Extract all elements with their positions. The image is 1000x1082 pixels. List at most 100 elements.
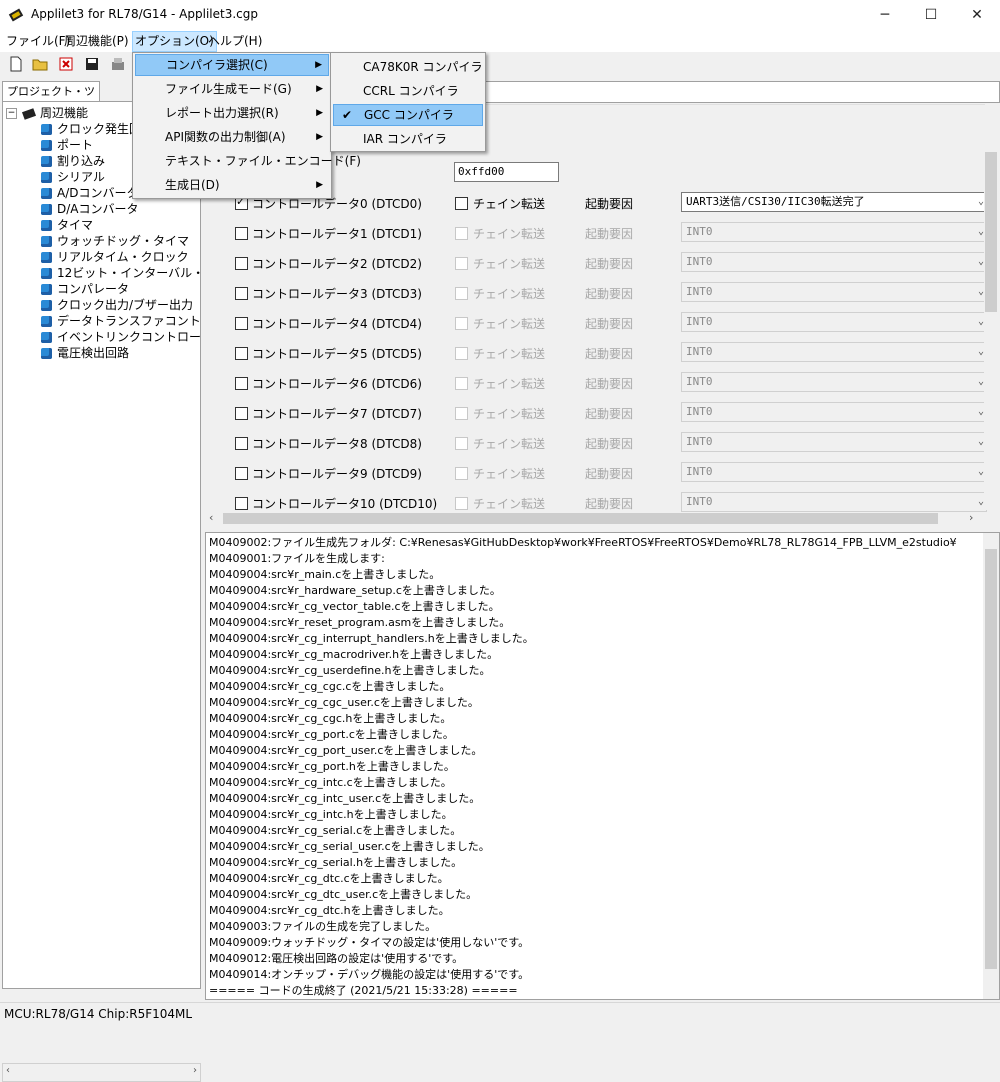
output-log[interactable]: M0409002:ファイル生成先フォルダ: C:¥Renesas¥GitHubD… (205, 532, 1000, 1000)
minimize-button[interactable]: ─ (862, 0, 908, 31)
tree-root[interactable]: − 周辺機能 (6, 105, 88, 121)
trigger-select[interactable]: INT0 ⌄ (681, 222, 987, 242)
trigger-select[interactable]: INT0 ⌄ (681, 432, 987, 452)
address-input[interactable]: 0xffd00 (454, 162, 559, 182)
log-vscroll-thumb[interactable] (985, 549, 997, 969)
menu-help[interactable]: ヘルプ(H) (206, 31, 264, 52)
menu-report-output[interactable]: レポート出力選択(R) ▶ (135, 102, 329, 124)
submenu-arrow-icon: ▶ (315, 60, 322, 70)
trigger-select[interactable]: INT0 ⌄ (681, 252, 987, 272)
dtc-enable-checkbox[interactable] (235, 437, 248, 450)
log-line: ===== コードの生成終了 (2021/5/21 15:33:28) ====… (209, 984, 518, 997)
dtc-row: コントロールデータ9 (DTCD9) チェイン転送 起動要因 INT0 ⌄ (205, 462, 987, 484)
dtc-enable-checkbox[interactable] (235, 257, 248, 270)
menu-compiler-select-label: コンパイラ選択(C) (166, 58, 268, 72)
close-file-icon[interactable] (58, 56, 74, 72)
dtc-enable-checkbox[interactable] (235, 407, 248, 420)
trigger-select-value: INT0 (686, 285, 713, 298)
trigger-select[interactable]: INT0 ⌄ (681, 492, 987, 512)
chain-transfer-checkbox[interactable] (455, 317, 468, 330)
dtc-enable-checkbox[interactable] (235, 227, 248, 240)
chain-transfer-checkbox[interactable] (455, 227, 468, 240)
collapse-icon[interactable]: − (6, 108, 17, 119)
tree-item[interactable]: 割り込み (41, 153, 105, 169)
log-vertical-scrollbar[interactable] (983, 533, 999, 999)
menu-generation-date[interactable]: 生成日(D) ▶ (135, 174, 329, 196)
compiler-iar[interactable]: IAR コンパイラ (333, 128, 483, 150)
dtc-enable-checkbox[interactable] (235, 467, 248, 480)
tree-item[interactable]: A/Dコンバータ (41, 185, 139, 201)
form-hscroll-thumb[interactable] (223, 513, 938, 524)
dtc-enable-checkbox[interactable] (235, 497, 248, 510)
trigger-select[interactable]: INT0 ⌄ (681, 402, 987, 422)
trigger-select[interactable]: UART3送信/CSI30/IIC30転送完了 ⌄ (681, 192, 987, 212)
dtc-label: コントロールデータ5 (DTCD5) (252, 347, 422, 361)
trigger-select[interactable]: INT0 ⌄ (681, 312, 987, 332)
dtc-enable-checkbox[interactable] (235, 377, 248, 390)
tree-item[interactable]: データトランスファコントロー (41, 313, 200, 329)
dtc-enable-checkbox[interactable] (235, 347, 248, 360)
menu-options[interactable]: オプション(O) (132, 31, 217, 52)
menu-file-generation-mode[interactable]: ファイル生成モード(G) ▶ (135, 78, 329, 100)
scroll-right-icon[interactable]: › (969, 511, 973, 524)
compiler-gcc-label: GCC コンパイラ (364, 108, 454, 122)
log-line: M0409004:src¥r_cg_serial.cを上書きしました。 (209, 824, 462, 837)
chain-transfer-checkbox[interactable] (455, 437, 468, 450)
tree-item[interactable]: D/Aコンバータ (41, 201, 139, 217)
menu-text-file-encode[interactable]: テキスト・ファイル・エンコード(F) (135, 150, 361, 172)
chain-transfer-checkbox[interactable] (455, 497, 468, 510)
save-icon[interactable] (84, 56, 100, 72)
tree-item[interactable]: イベントリンクコントローラ (41, 329, 200, 345)
menu-peripheral[interactable]: 周辺機能(P) (62, 31, 131, 52)
menu-generation-date-label: 生成日(D) (165, 178, 220, 192)
compiler-ca78k0r[interactable]: CA78K0R コンパイラ (333, 56, 483, 78)
open-folder-icon[interactable] (32, 56, 48, 72)
dtc-enable-checkbox[interactable] (235, 287, 248, 300)
dtc-enable-checkbox[interactable] (235, 317, 248, 330)
scroll-right-icon[interactable]: › (193, 1065, 197, 1076)
tree-item[interactable]: 12ビット・インターバル・タイマ (41, 265, 200, 281)
scroll-left-icon[interactable]: ‹ (6, 1065, 10, 1076)
form-vertical-scrollbar[interactable] (984, 150, 998, 510)
left-horizontal-scrollbar[interactable]: ‹ › (2, 1063, 201, 1082)
peripheral-cube-icon (41, 188, 52, 199)
chain-transfer-checkbox[interactable] (455, 197, 468, 210)
chain-transfer-checkbox[interactable] (455, 287, 468, 300)
new-file-icon[interactable] (8, 56, 24, 72)
trigger-select[interactable]: INT0 ⌄ (681, 282, 987, 302)
form-horizontal-scrollbar[interactable]: ‹ › (205, 510, 985, 527)
compiler-ccrl[interactable]: CCRL コンパイラ (333, 80, 483, 102)
status-bar: MCU:RL78/G14 Chip:R5F104ML (0, 1002, 1000, 1025)
tree-item[interactable]: ウォッチドッグ・タイマ (41, 233, 189, 249)
trigger-select[interactable]: INT0 ⌄ (681, 462, 987, 482)
trigger-select[interactable]: INT0 ⌄ (681, 342, 987, 362)
compiler-gcc[interactable]: ✔ GCC コンパイラ (333, 104, 483, 126)
scroll-left-icon[interactable]: ‹ (209, 511, 213, 524)
menu-compiler-select[interactable]: コンパイラ選択(C) ▶ (135, 54, 329, 76)
tree-item[interactable]: クロック出力/ブザー出力 (41, 297, 193, 313)
trigger-select[interactable]: INT0 ⌄ (681, 372, 987, 392)
tree-item[interactable]: タイマ (41, 217, 93, 233)
tree-item[interactable]: リアルタイム・クロック (41, 249, 189, 265)
peripheral-cube-icon (41, 348, 52, 359)
log-line: M0409004:src¥r_cg_intc_user.cを上書きしました。 (209, 792, 481, 805)
chain-transfer-checkbox[interactable] (455, 257, 468, 270)
menu-api-output-control[interactable]: API関数の出力制御(A) ▶ (135, 126, 329, 148)
tree-item[interactable]: コンパレータ (41, 281, 129, 297)
generate-code-icon[interactable] (110, 56, 126, 72)
form-vscroll-thumb[interactable] (985, 152, 997, 312)
submenu-arrow-icon: ▶ (316, 108, 323, 118)
trigger-label: 起動要因 (585, 227, 634, 241)
tree-item[interactable]: シリアル (41, 169, 105, 185)
chain-transfer-checkbox[interactable] (455, 377, 468, 390)
tab-project-tree[interactable]: プロジェクト・ツリー (2, 81, 100, 118)
log-line: M0409004:src¥r_cg_port_user.cを上書きしました。 (209, 744, 483, 757)
chain-transfer-checkbox[interactable] (455, 347, 468, 360)
close-button[interactable]: ✕ (954, 0, 1000, 31)
chain-transfer-checkbox[interactable] (455, 467, 468, 480)
tree-item[interactable]: 電圧検出回路 (41, 345, 129, 361)
chain-transfer-checkbox[interactable] (455, 407, 468, 420)
maximize-button[interactable]: ☐ (908, 0, 954, 31)
tree-item[interactable]: ポート (41, 137, 93, 153)
menu-text-file-encode-label: テキスト・ファイル・エンコード(F) (165, 154, 361, 168)
